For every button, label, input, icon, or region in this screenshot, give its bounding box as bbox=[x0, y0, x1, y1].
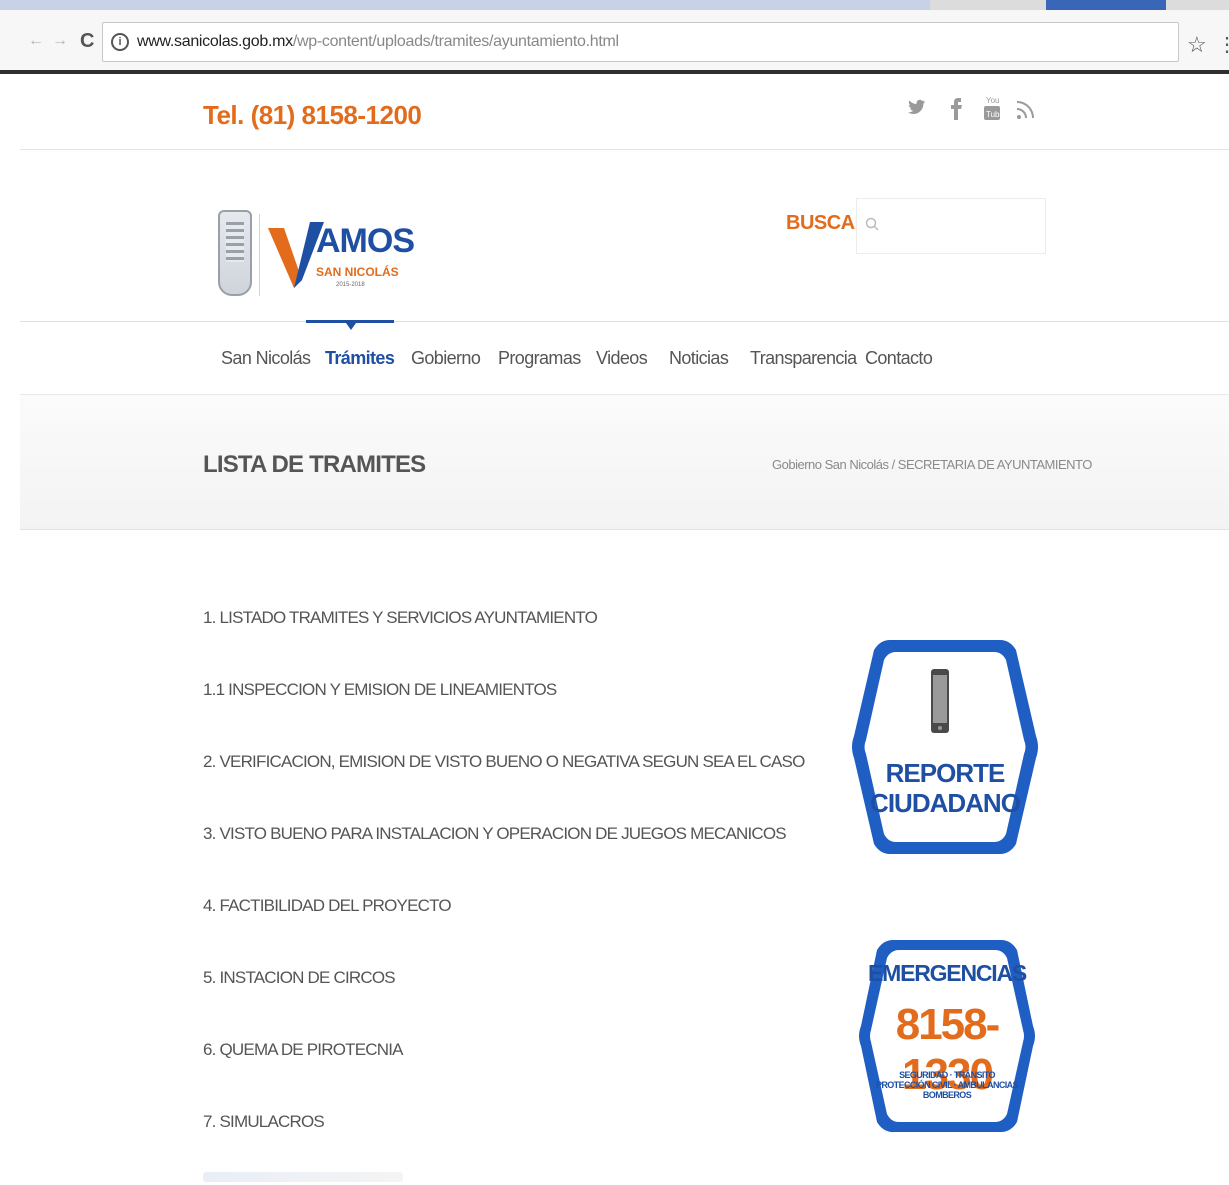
nav-divider-top bbox=[20, 321, 1229, 322]
reload-icon[interactable]: C bbox=[80, 30, 94, 53]
tramite-link[interactable]: 4. FACTIBILIDAD DEL PROYECTO bbox=[203, 896, 452, 916]
reporte-ciudadano-badge[interactable]: REPORTE CIUDADANO bbox=[850, 636, 1040, 858]
forward-icon[interactable]: → bbox=[52, 32, 68, 50]
nav-item-noticias[interactable]: Noticias bbox=[669, 348, 729, 369]
emergencias-services-line2: PROTECCIÓN CIVIL · AMBULANCIAS bbox=[875, 1080, 1019, 1090]
nav-item-contacto[interactable]: Contacto bbox=[865, 348, 933, 369]
nav-active-caret bbox=[346, 323, 356, 330]
url-text[interactable]: www.sanicolas.gob.mx/wp-content/uploads/… bbox=[137, 33, 619, 51]
logo-subtitle: SAN NICOLÁS bbox=[316, 265, 399, 279]
emergencias-services-line3: BOMBEROS bbox=[922, 1090, 972, 1100]
badge-title-line2: CIUDADANO bbox=[870, 788, 1021, 818]
logo-divider bbox=[259, 214, 260, 296]
tramite-link[interactable]: 7. SIMULACROS bbox=[203, 1112, 325, 1132]
tramite-link[interactable]: 1.1 INSPECCION Y EMISION DE LINEAMIENTOS bbox=[203, 680, 557, 700]
nav-item-transparencia[interactable]: Transparencia bbox=[750, 348, 857, 369]
page-header-band: LISTA DE TRAMITES Gobierno San Nicolás /… bbox=[20, 395, 1229, 530]
tramite-link[interactable]: 1. LISTADO TRAMITES Y SERVICIOS AYUNTAMI… bbox=[203, 608, 598, 628]
tramite-link-partial[interactable] bbox=[203, 1172, 403, 1182]
facebook-icon[interactable] bbox=[950, 98, 962, 126]
back-icon[interactable]: ← bbox=[28, 32, 44, 50]
nav-item-programas[interactable]: Programas bbox=[498, 348, 581, 369]
page-title: LISTA DE TRAMITES bbox=[203, 451, 426, 478]
breadcrumb[interactable]: Gobierno San Nicolás / SECRETARIA DE AYU… bbox=[772, 457, 1092, 472]
phone-icon bbox=[931, 669, 949, 733]
search-input[interactable] bbox=[856, 198, 1046, 254]
url-path: /wp-content/uploads/tramites/ayuntamient… bbox=[292, 33, 619, 50]
emergencias-services-line1: SEGURIDAD · TRÁNSITO bbox=[899, 1070, 995, 1080]
phone-number: Tel. (81) 8158-1200 bbox=[203, 100, 422, 130]
tramite-link[interactable]: 6. QUEMA DE PIROTECNIA bbox=[203, 1040, 403, 1060]
emergencias-badge[interactable]: EMERGENCIAS 8158-1330 SEGURIDAD · TRÁNSI… bbox=[857, 936, 1037, 1136]
site-top-bar: Tel. (81) 8158-1200 You Tube bbox=[20, 78, 1229, 150]
nav-item-videos[interactable]: Videos bbox=[596, 348, 648, 369]
url-host: www.sanicolas.gob.mx bbox=[137, 33, 293, 50]
tramite-link[interactable]: 2. VERIFICACION, EMISION DE VISTO BUENO … bbox=[203, 752, 805, 772]
svg-text:You: You bbox=[986, 96, 1000, 105]
browser-tab-strip bbox=[0, 0, 1229, 10]
nav-item-gobierno[interactable]: Gobierno bbox=[411, 348, 481, 369]
address-bar[interactable]: i www.sanicolas.gob.mx/wp-content/upload… bbox=[102, 22, 1179, 62]
tramite-link[interactable]: 5. INSTACION DE CIRCOS bbox=[203, 968, 396, 988]
rss-icon[interactable] bbox=[1016, 98, 1034, 126]
info-icon[interactable]: i bbox=[111, 33, 129, 51]
emergencias-title: EMERGENCIAS bbox=[867, 960, 1027, 986]
menu-icon[interactable]: ⋮ bbox=[1217, 32, 1229, 57]
nav-item-san-nicolas[interactable]: San Nicolás bbox=[221, 348, 311, 369]
logo-wordmark[interactable]: AMOS bbox=[316, 222, 415, 261]
search-icon[interactable] bbox=[865, 217, 879, 231]
svg-text:Tube: Tube bbox=[986, 110, 1002, 119]
nav-item-tramites[interactable]: Trámites bbox=[325, 348, 395, 369]
browser-tab-active[interactable] bbox=[1046, 0, 1166, 10]
logo-years: 2015-2018 bbox=[336, 282, 365, 288]
youtube-icon[interactable]: You Tube bbox=[982, 94, 1004, 130]
tramite-link[interactable]: 3. VISTO BUENO PARA INSTALACION Y OPERAC… bbox=[203, 824, 787, 844]
municipal-seal-logo[interactable] bbox=[218, 210, 252, 296]
star-icon[interactable]: ☆ bbox=[1187, 32, 1207, 58]
browser-tab[interactable] bbox=[0, 0, 930, 10]
twitter-icon[interactable] bbox=[908, 98, 926, 122]
badge-title-line1: REPORTE bbox=[885, 758, 1006, 788]
browser-toolbar: ← → C i www.sanicolas.gob.mx/wp-content/… bbox=[0, 10, 1229, 74]
